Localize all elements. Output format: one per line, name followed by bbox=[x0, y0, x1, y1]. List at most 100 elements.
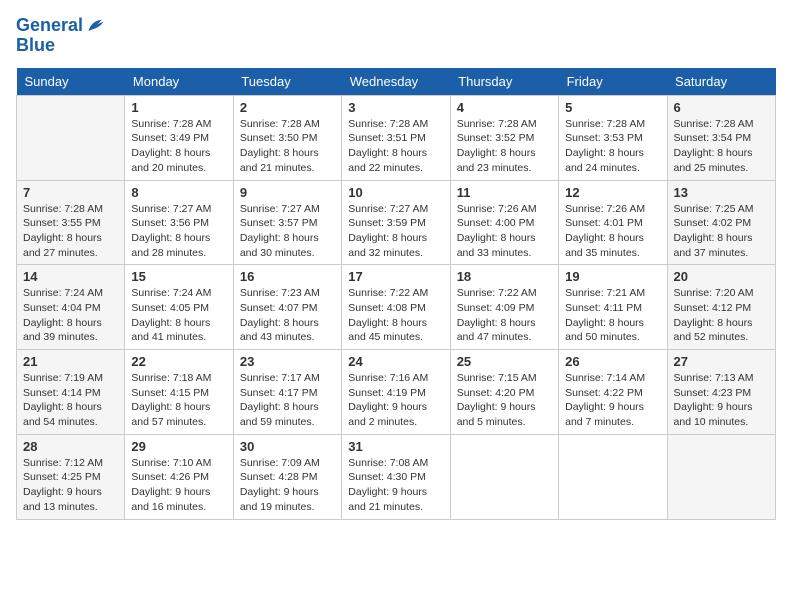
calendar-cell bbox=[17, 95, 125, 180]
calendar-cell: 21Sunrise: 7:19 AMSunset: 4:14 PMDayligh… bbox=[17, 350, 125, 435]
day-info: Sunrise: 7:24 AMSunset: 4:04 PMDaylight:… bbox=[23, 286, 118, 345]
day-info: Sunrise: 7:13 AMSunset: 4:23 PMDaylight:… bbox=[674, 371, 769, 430]
calendar-cell: 7 Sunrise: 7:28 AMSunset: 3:55 PMDaylight… bbox=[17, 180, 125, 265]
week-row-2: 7 Sunrise: 7:28 AMSunset: 3:55 PMDaylight… bbox=[17, 180, 776, 265]
day-number: 24 bbox=[348, 354, 443, 369]
weekday-header-wednesday: Wednesday bbox=[342, 68, 450, 96]
calendar-cell: 19Sunrise: 7:21 AMSunset: 4:11 PMDayligh… bbox=[559, 265, 667, 350]
day-info: Sunrise: 7:27 AMSunset: 3:56 PMDaylight:… bbox=[131, 202, 226, 261]
calendar-cell: 20 Sunrise: 7:20 AMSunset: 4:12 PMDayligh… bbox=[667, 265, 775, 350]
calendar-cell: 29 Sunrise: 7:10 AMSunset: 4:26 PMDayligh… bbox=[125, 434, 233, 519]
day-info: Sunrise: 7:22 AMSunset: 4:08 PMDaylight:… bbox=[348, 286, 443, 345]
weekday-header-monday: Monday bbox=[125, 68, 233, 96]
day-info: Sunrise: 7:22 AMSunset: 4:09 PMDaylight:… bbox=[457, 286, 552, 345]
day-number: 29 bbox=[131, 439, 226, 454]
day-number: 30 bbox=[240, 439, 335, 454]
day-info: Sunrise: 7:26 AMSunset: 4:01 PMDaylight:… bbox=[565, 202, 660, 261]
day-number: 13 bbox=[674, 185, 769, 200]
page-header: General Blue bbox=[16, 16, 776, 56]
day-number: 18 bbox=[457, 269, 552, 284]
week-row-5: 28Sunrise: 7:12 AMSunset: 4:25 PMDayligh… bbox=[17, 434, 776, 519]
day-info: Sunrise: 7:12 AMSunset: 4:25 PMDaylight:… bbox=[23, 456, 118, 515]
calendar-table: SundayMondayTuesdayWednesdayThursdayFrid… bbox=[16, 68, 776, 520]
day-number: 14 bbox=[23, 269, 118, 284]
calendar-cell bbox=[450, 434, 558, 519]
calendar-cell: 1Sunrise: 7:28 AMSunset: 3:49 PMDaylight… bbox=[125, 95, 233, 180]
day-info: Sunrise: 7:28 AMSunset: 3:52 PMDaylight:… bbox=[457, 117, 552, 176]
calendar-cell bbox=[559, 434, 667, 519]
day-info: Sunrise: 7:17 AMSunset: 4:17 PMDaylight:… bbox=[240, 371, 335, 430]
day-number: 6 bbox=[674, 100, 769, 115]
calendar-cell: 23Sunrise: 7:17 AMSunset: 4:17 PMDayligh… bbox=[233, 350, 341, 435]
week-row-1: 1Sunrise: 7:28 AMSunset: 3:49 PMDaylight… bbox=[17, 95, 776, 180]
day-number: 8 bbox=[131, 185, 226, 200]
day-number: 20 bbox=[674, 269, 769, 284]
day-number: 3 bbox=[348, 100, 443, 115]
calendar-cell: 16 Sunrise: 7:23 AMSunset: 4:07 PMDayligh… bbox=[233, 265, 341, 350]
calendar-cell: 24Sunrise: 7:16 AMSunset: 4:19 PMDayligh… bbox=[342, 350, 450, 435]
day-info: Sunrise: 7:18 AMSunset: 4:15 PMDaylight:… bbox=[131, 371, 226, 430]
calendar-cell: 4 Sunrise: 7:28 AMSunset: 3:52 PMDaylight… bbox=[450, 95, 558, 180]
day-info: Sunrise: 7:28 AMSunset: 3:51 PMDaylight:… bbox=[348, 117, 443, 176]
calendar-cell: 18 Sunrise: 7:22 AMSunset: 4:09 PMDayligh… bbox=[450, 265, 558, 350]
calendar-cell: 6 Sunrise: 7:28 AMSunset: 3:54 PMDaylight… bbox=[667, 95, 775, 180]
day-number: 11 bbox=[457, 185, 552, 200]
day-info: Sunrise: 7:10 AMSunset: 4:26 PMDaylight:… bbox=[131, 456, 226, 515]
day-info: Sunrise: 7:28 AMSunset: 3:55 PMDaylight:… bbox=[23, 202, 118, 261]
logo: General Blue bbox=[16, 16, 105, 56]
calendar-cell: 10 Sunrise: 7:27 AMSunset: 3:59 PMDayligh… bbox=[342, 180, 450, 265]
weekday-header-tuesday: Tuesday bbox=[233, 68, 341, 96]
calendar-cell: 26Sunrise: 7:14 AMSunset: 4:22 PMDayligh… bbox=[559, 350, 667, 435]
weekday-header-friday: Friday bbox=[559, 68, 667, 96]
calendar-cell: 27 Sunrise: 7:13 AMSunset: 4:23 PMDayligh… bbox=[667, 350, 775, 435]
calendar-cell: 13 Sunrise: 7:25 AMSunset: 4:02 PMDayligh… bbox=[667, 180, 775, 265]
logo-text-blue: Blue bbox=[16, 36, 105, 56]
day-number: 16 bbox=[240, 269, 335, 284]
day-number: 7 bbox=[23, 185, 118, 200]
day-info: Sunrise: 7:28 AMSunset: 3:53 PMDaylight:… bbox=[565, 117, 660, 176]
day-info: Sunrise: 7:14 AMSunset: 4:22 PMDaylight:… bbox=[565, 371, 660, 430]
calendar-cell: 3 Sunrise: 7:28 AMSunset: 3:51 PMDaylight… bbox=[342, 95, 450, 180]
calendar-cell: 5 Sunrise: 7:28 AMSunset: 3:53 PMDaylight… bbox=[559, 95, 667, 180]
day-number: 4 bbox=[457, 100, 552, 115]
day-info: Sunrise: 7:23 AMSunset: 4:07 PMDaylight:… bbox=[240, 286, 335, 345]
week-row-4: 21Sunrise: 7:19 AMSunset: 4:14 PMDayligh… bbox=[17, 350, 776, 435]
day-info: Sunrise: 7:24 AMSunset: 4:05 PMDaylight:… bbox=[131, 286, 226, 345]
calendar-cell: 15 Sunrise: 7:24 AMSunset: 4:05 PMDayligh… bbox=[125, 265, 233, 350]
day-info: Sunrise: 7:28 AMSunset: 3:54 PMDaylight:… bbox=[674, 117, 769, 176]
day-info: Sunrise: 7:27 AMSunset: 3:59 PMDaylight:… bbox=[348, 202, 443, 261]
calendar-cell: 22 Sunrise: 7:18 AMSunset: 4:15 PMDayligh… bbox=[125, 350, 233, 435]
day-info: Sunrise: 7:28 AMSunset: 3:50 PMDaylight:… bbox=[240, 117, 335, 176]
day-number: 9 bbox=[240, 185, 335, 200]
day-number: 31 bbox=[348, 439, 443, 454]
calendar-cell: 2 Sunrise: 7:28 AMSunset: 3:50 PMDaylight… bbox=[233, 95, 341, 180]
calendar-cell bbox=[667, 434, 775, 519]
day-info: Sunrise: 7:25 AMSunset: 4:02 PMDaylight:… bbox=[674, 202, 769, 261]
day-number: 21 bbox=[23, 354, 118, 369]
day-number: 17 bbox=[348, 269, 443, 284]
day-number: 15 bbox=[131, 269, 226, 284]
day-number: 2 bbox=[240, 100, 335, 115]
weekday-header-row: SundayMondayTuesdayWednesdayThursdayFrid… bbox=[17, 68, 776, 96]
day-number: 10 bbox=[348, 185, 443, 200]
calendar-cell: 8 Sunrise: 7:27 AMSunset: 3:56 PMDaylight… bbox=[125, 180, 233, 265]
calendar-cell: 28Sunrise: 7:12 AMSunset: 4:25 PMDayligh… bbox=[17, 434, 125, 519]
day-info: Sunrise: 7:20 AMSunset: 4:12 PMDaylight:… bbox=[674, 286, 769, 345]
day-info: Sunrise: 7:27 AMSunset: 3:57 PMDaylight:… bbox=[240, 202, 335, 261]
calendar-cell: 30 Sunrise: 7:09 AMSunset: 4:28 PMDayligh… bbox=[233, 434, 341, 519]
day-info: Sunrise: 7:09 AMSunset: 4:28 PMDaylight:… bbox=[240, 456, 335, 515]
calendar-cell: 14 Sunrise: 7:24 AMSunset: 4:04 PMDayligh… bbox=[17, 265, 125, 350]
logo-bird-icon bbox=[85, 16, 105, 36]
day-number: 1 bbox=[131, 100, 226, 115]
day-number: 19 bbox=[565, 269, 660, 284]
calendar-cell: 17 Sunrise: 7:22 AMSunset: 4:08 PMDayligh… bbox=[342, 265, 450, 350]
day-number: 22 bbox=[131, 354, 226, 369]
weekday-header-saturday: Saturday bbox=[667, 68, 775, 96]
day-info: Sunrise: 7:26 AMSunset: 4:00 PMDaylight:… bbox=[457, 202, 552, 261]
day-number: 5 bbox=[565, 100, 660, 115]
day-info: Sunrise: 7:08 AMSunset: 4:30 PMDaylight:… bbox=[348, 456, 443, 515]
day-number: 27 bbox=[674, 354, 769, 369]
weekday-header-thursday: Thursday bbox=[450, 68, 558, 96]
logo-text: General bbox=[16, 16, 83, 36]
calendar-cell: 12Sunrise: 7:26 AMSunset: 4:01 PMDayligh… bbox=[559, 180, 667, 265]
